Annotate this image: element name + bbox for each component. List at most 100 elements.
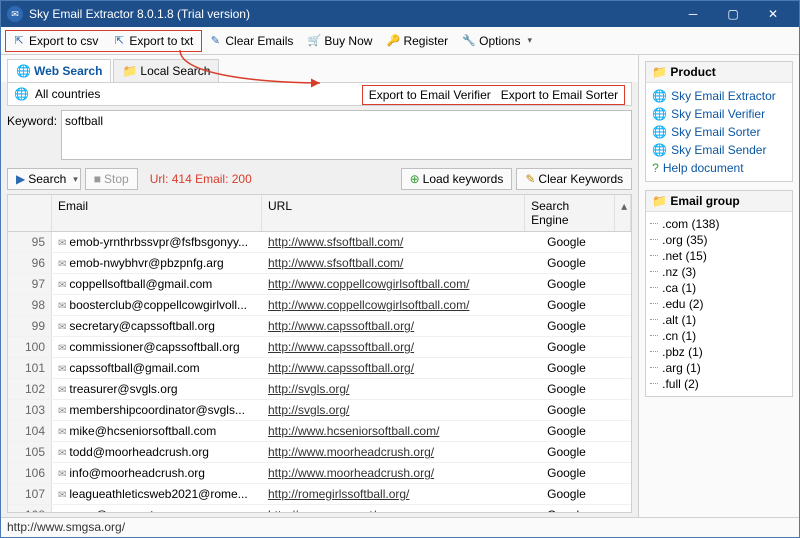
cell-url[interactable]: http://www.hcseniorsoftball.com/ (262, 421, 541, 441)
cell-url[interactable]: http://www.coppellcowgirlsoftball.com/ (262, 295, 541, 315)
product-link[interactable]: 🌐Sky Email Sender (648, 141, 790, 159)
globe-icon: 🌐 (652, 89, 667, 103)
table-row[interactable]: 105✉todd@moorheadcrush.orghttp://www.moo… (8, 442, 631, 463)
cell-url[interactable]: http://www.moorheadcrush.org/ (262, 463, 541, 483)
cell-url[interactable]: http://www.sfsoftball.com/ (262, 232, 541, 252)
cell-email: ✉membershipcoordinator@svgls... (52, 400, 262, 420)
product-link[interactable]: 🌐Sky Email Sorter (648, 123, 790, 141)
tree-node[interactable]: .net (15) (648, 248, 790, 264)
table-row[interactable]: 102✉treasurer@svgls.orghttp://svgls.org/… (8, 379, 631, 400)
table-row[interactable]: 95✉emob-yrnthrbssvpr@fsfbsgonyy...http:/… (8, 232, 631, 253)
table-row[interactable]: 101✉capssoftball@gmail.comhttp://www.cap… (8, 358, 631, 379)
export-txt-button[interactable]: ⇱Export to txt (106, 31, 199, 51)
row-number: 108 (8, 505, 52, 513)
scroll-up-icon[interactable]: ▴ (615, 195, 631, 231)
cell-email: ✉aayo@aayo.net (52, 505, 262, 513)
cell-url[interactable]: http://www.capssoftball.org/ (262, 358, 541, 378)
tree-node[interactable]: .cn (1) (648, 328, 790, 344)
search-button[interactable]: ▶Search▾ (7, 168, 81, 190)
clear-keywords-button[interactable]: ✎Clear Keywords (516, 168, 632, 190)
cell-engine: Google (541, 232, 631, 252)
row-number: 106 (8, 463, 52, 483)
keyword-input[interactable]: softball (61, 110, 632, 160)
minimize-button[interactable]: ─ (673, 1, 713, 27)
globe-icon: 🌐 (652, 107, 667, 121)
cell-engine: Google (541, 358, 631, 378)
cell-url[interactable]: http://www.sfsoftball.com/ (262, 253, 541, 273)
tree-node[interactable]: .org (35) (648, 232, 790, 248)
cell-url[interactable]: http://www.aayo.net/ (262, 505, 541, 513)
export-sorter-link[interactable]: Export to Email Sorter (501, 88, 618, 102)
row-number: 107 (8, 484, 52, 504)
product-link[interactable]: ?Help document (648, 159, 790, 177)
load-keywords-button[interactable]: ⊕Load keywords (401, 168, 513, 190)
cell-engine: Google (541, 274, 631, 294)
table-row[interactable]: 108✉aayo@aayo.nethttp://www.aayo.net/Goo… (8, 505, 631, 513)
tab-local-search[interactable]: 📁Local Search (113, 59, 219, 82)
tab-local-label: Local Search (140, 64, 210, 78)
tree-node[interactable]: .full (2) (648, 376, 790, 392)
cell-url[interactable]: http://www.capssoftball.org/ (262, 316, 541, 336)
cell-email: ✉leagueathleticsweb2021@rome... (52, 484, 262, 504)
maximize-button[interactable]: ▢ (713, 1, 753, 27)
cell-engine: Google (541, 295, 631, 315)
export-verifier-link[interactable]: Export to Email Verifier (369, 88, 491, 102)
tree-node[interactable]: .nz (3) (648, 264, 790, 280)
tree-node[interactable]: .edu (2) (648, 296, 790, 312)
cell-url[interactable]: http://www.capssoftball.org/ (262, 337, 541, 357)
cell-url[interactable]: http://romegirlssoftball.org/ (262, 484, 541, 504)
country-selector[interactable]: All countries (35, 87, 100, 101)
stop-label: Stop (104, 172, 129, 186)
tree-node[interactable]: .alt (1) (648, 312, 790, 328)
row-number: 103 (8, 400, 52, 420)
export-csv-button[interactable]: ⇱Export to csv (6, 31, 104, 51)
table-row[interactable]: 107✉leagueathleticsweb2021@rome...http:/… (8, 484, 631, 505)
tab-web-search[interactable]: 🌐Web Search (7, 59, 111, 82)
row-number: 101 (8, 358, 52, 378)
globe-icon: 🌐 (652, 143, 667, 157)
clear-keywords-label: Clear Keywords (538, 172, 623, 186)
table-row[interactable]: 98✉boosterclub@coppellcowgirlvoll...http… (8, 295, 631, 316)
col-num[interactable] (8, 195, 52, 231)
table-row[interactable]: 104✉mike@hcseniorsoftball.comhttp://www.… (8, 421, 631, 442)
buy-now-button[interactable]: 🛒Buy Now (301, 31, 378, 51)
brush-icon: ✎ (525, 172, 535, 186)
url-email-count: Url: 414 Email: 200 (150, 172, 397, 186)
tree-node[interactable]: .com (138) (648, 216, 790, 232)
cell-url[interactable]: http://svgls.org/ (262, 379, 541, 399)
keyword-label: Keyword: (7, 110, 57, 128)
export-icon: ⇱ (12, 34, 26, 48)
cell-url[interactable]: http://svgls.org/ (262, 400, 541, 420)
folder-icon: 📁 (122, 64, 137, 78)
table-row[interactable]: 99✉secretary@capssoftball.orghttp://www.… (8, 316, 631, 337)
table-row[interactable]: 106✉info@moorheadcrush.orghttp://www.moo… (8, 463, 631, 484)
row-number: 96 (8, 253, 52, 273)
tree-node[interactable]: .pbz (1) (648, 344, 790, 360)
cell-email: ✉capssoftball@gmail.com (52, 358, 262, 378)
cell-url[interactable]: http://www.moorheadcrush.org/ (262, 442, 541, 462)
table-row[interactable]: 96✉emob-nwybhvr@pbzpnfg.arghttp://www.sf… (8, 253, 631, 274)
product-link[interactable]: 🌐Sky Email Extractor (648, 87, 790, 105)
globe-icon: 🌐 (14, 87, 29, 101)
load-keywords-label: Load keywords (423, 172, 504, 186)
cell-engine: Google (541, 400, 631, 420)
table-row[interactable]: 97✉coppellsoftball@gmail.comhttp://www.c… (8, 274, 631, 295)
col-engine[interactable]: Search Engine (525, 195, 615, 231)
options-label: Options (479, 34, 520, 48)
results-grid[interactable]: Email URL Search Engine ▴ 95✉emob-yrnthr… (7, 194, 632, 513)
register-button[interactable]: 🔑Register (380, 31, 454, 51)
mail-icon: ✉ (58, 343, 66, 354)
tree-node[interactable]: .ca (1) (648, 280, 790, 296)
cell-url[interactable]: http://www.coppellcowgirlsoftball.com/ (262, 274, 541, 294)
options-button[interactable]: 🔧Options▾ (456, 31, 538, 51)
col-email[interactable]: Email (52, 195, 262, 231)
col-url[interactable]: URL (262, 195, 525, 231)
tree-node[interactable]: .arg (1) (648, 360, 790, 376)
table-row[interactable]: 100✉commissioner@capssoftball.orghttp://… (8, 337, 631, 358)
clear-emails-button[interactable]: ✎Clear Emails (202, 31, 299, 51)
product-link[interactable]: 🌐Sky Email Verifier (648, 105, 790, 123)
search-label: Search (28, 172, 66, 186)
stop-button[interactable]: ■Stop (85, 168, 138, 190)
table-row[interactable]: 103✉membershipcoordinator@svgls...http:/… (8, 400, 631, 421)
close-button[interactable]: ✕ (753, 1, 793, 27)
